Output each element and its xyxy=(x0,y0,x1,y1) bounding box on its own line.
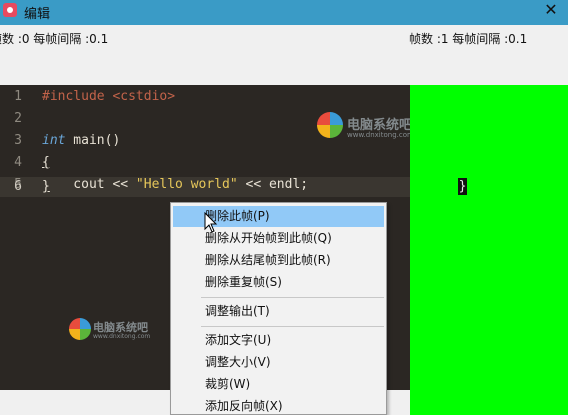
menu-item-resize[interactable]: 调整大小(V) xyxy=(173,352,384,373)
watermark-logo-icon xyxy=(69,318,91,340)
code-token: cout << xyxy=(42,177,136,192)
context-menu: 删除此帧(P) 删除从开始帧到此帧(Q) 删除从结尾帧到此帧(R) 删除重复帧(… xyxy=(170,202,387,415)
code-line: } xyxy=(42,179,50,194)
menu-item-add-reverse-frames[interactable]: 添加反向帧(X) xyxy=(173,396,384,415)
menu-item-adjust-output[interactable]: 调整输出(T) xyxy=(173,301,384,322)
close-button[interactable]: ✕ xyxy=(542,0,560,20)
menu-separator xyxy=(201,297,384,298)
frame-info-left: 帧数 :0 每帧间隔 :0.1 xyxy=(0,32,109,46)
menu-item-delete-from-end[interactable]: 删除从结尾帧到此帧(R) xyxy=(173,250,384,271)
code-token: #include <cstdio> xyxy=(42,89,176,104)
frame-preview-right[interactable] xyxy=(410,85,568,390)
code-token: main() xyxy=(65,133,121,148)
line-number: 1 xyxy=(14,89,22,104)
frame-info-right: 帧数 :1 每帧间隔 :0.1 xyxy=(409,32,528,46)
line-number: 3 xyxy=(14,133,22,148)
line-number-gutter: 1 2 3 4 5 6 xyxy=(0,85,30,390)
line-number: 4 xyxy=(14,155,22,170)
mouse-pointer-icon xyxy=(204,212,218,233)
watermark-subtext: www.dnxitong.com xyxy=(347,131,410,139)
code-token: } xyxy=(42,179,50,194)
preview-bottom xyxy=(410,390,568,415)
code-token: int xyxy=(42,133,66,148)
line-number: 6 xyxy=(14,179,22,194)
watermark-logo-icon xyxy=(317,112,343,138)
code-line: int main() xyxy=(42,133,120,148)
menu-item-delete-duplicates[interactable]: 删除重复帧(S) xyxy=(173,272,384,293)
menu-item-crop[interactable]: 裁剪(W) xyxy=(173,374,384,395)
watermark-subtext: www.dnxitong.com xyxy=(93,333,151,340)
menu-item-add-text[interactable]: 添加文字(U) xyxy=(173,330,384,351)
app-icon xyxy=(3,3,17,17)
title-bar: 编辑 ✕ xyxy=(0,0,568,25)
code-line: { xyxy=(42,155,50,170)
code-token: "Hello world" xyxy=(135,177,238,192)
preview-cursor-char: } xyxy=(458,178,467,195)
code-line: cout << "Hello world" << endl; xyxy=(42,177,308,192)
window-title: 编辑 xyxy=(24,7,51,22)
menu-separator xyxy=(201,326,384,327)
code-token: { xyxy=(42,155,50,170)
code-token: << endl; xyxy=(237,177,309,192)
line-number: 2 xyxy=(14,111,22,126)
code-line: #include <cstdio> xyxy=(42,89,175,104)
